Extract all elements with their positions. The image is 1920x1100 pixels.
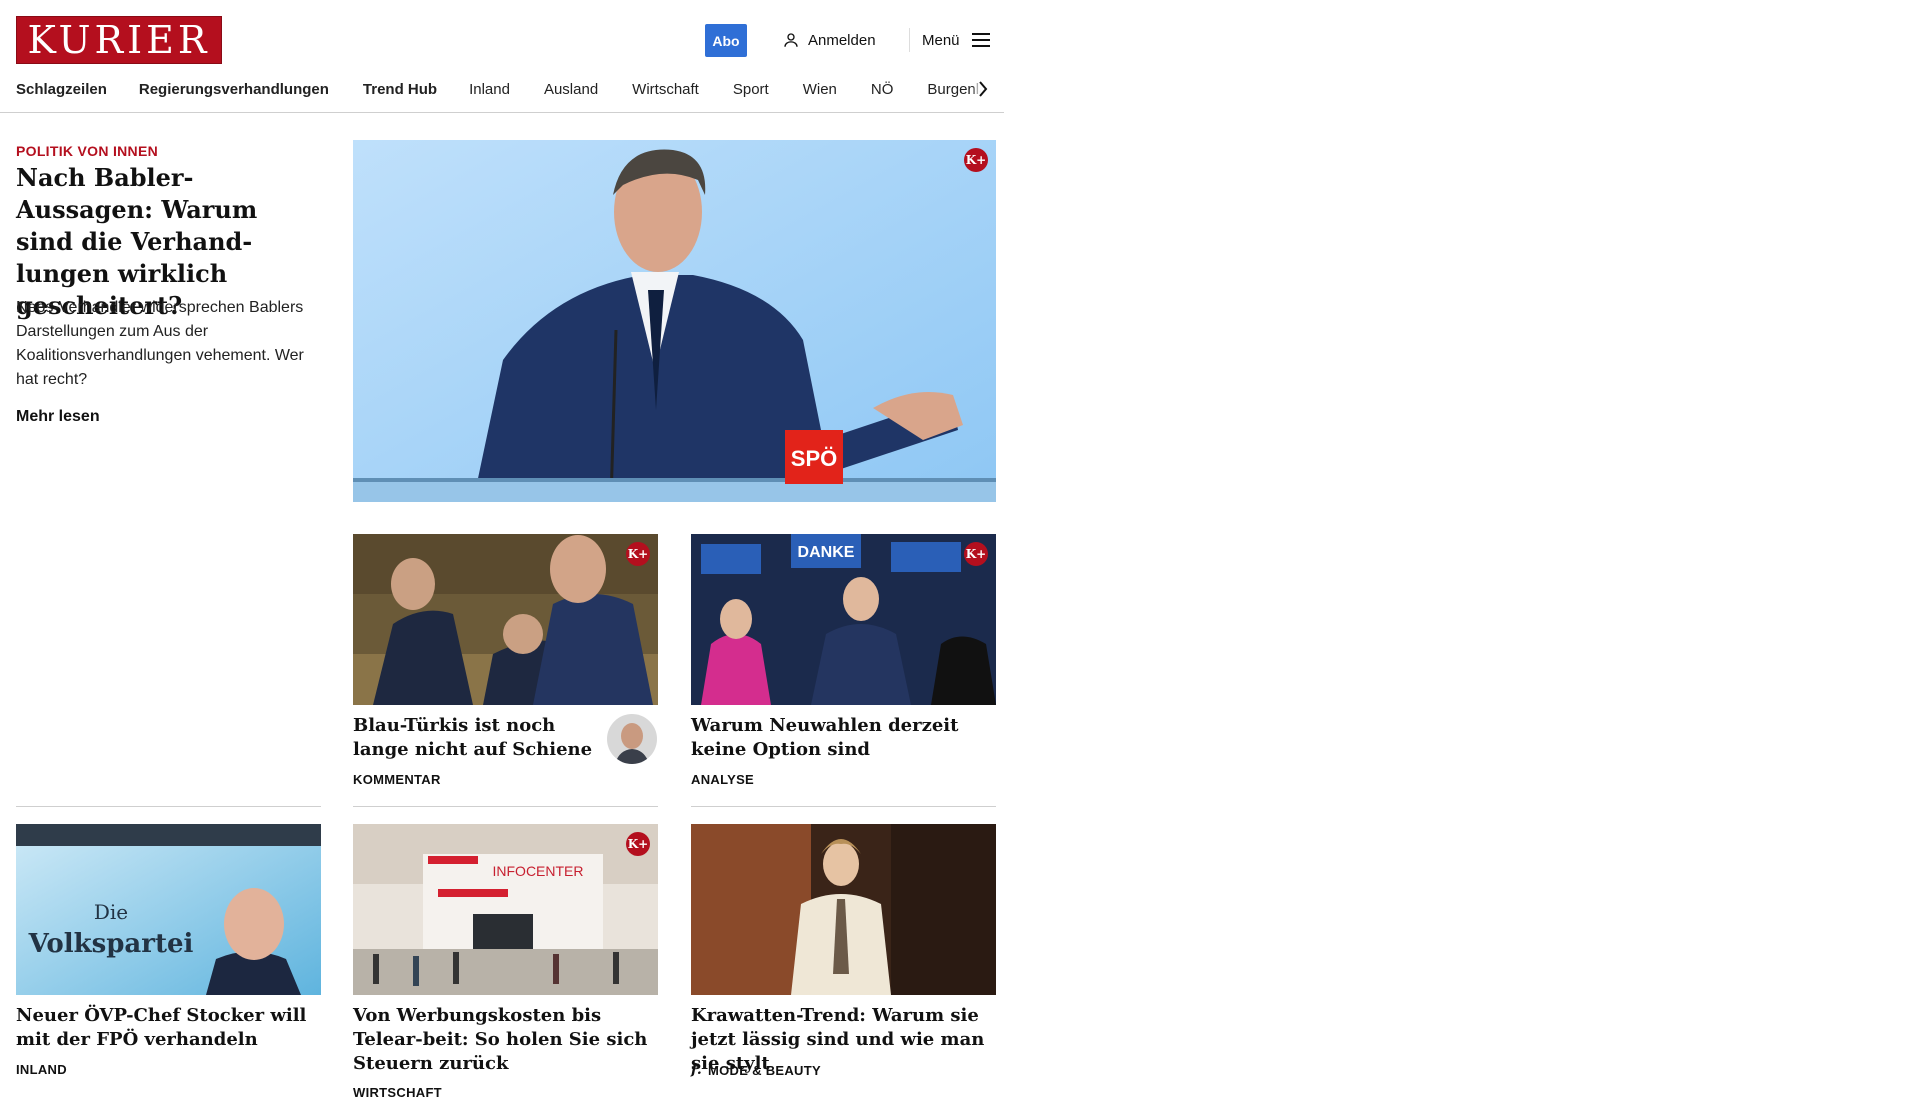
login-label: Anmelden — [808, 31, 876, 49]
nav-item-noe[interactable]: NÖ — [871, 81, 894, 98]
danke-sign: DANKE — [798, 544, 855, 561]
card-headline-4[interactable]: Von Werbungskosten bis Telear-beit: So h… — [353, 1004, 653, 1076]
card-category-5[interactable]: f. MODE & BEAUTY — [691, 1062, 821, 1078]
nav-item-wien[interactable]: Wien — [803, 81, 837, 98]
nav-scroll-right-button[interactable] — [972, 78, 994, 100]
user-icon — [784, 33, 798, 47]
card-category-2[interactable]: ANALYSE — [691, 772, 754, 787]
read-more-link[interactable]: Mehr lesen — [16, 408, 100, 426]
lead-kicker: POLITIK VON INNEN — [16, 143, 158, 159]
freizeit-icon: f. — [691, 1062, 702, 1078]
card-image-3[interactable]: Die Volkspartei — [16, 824, 321, 995]
nav-item-wirtschaft[interactable]: Wirtschaft — [632, 81, 699, 98]
row-divider — [16, 806, 321, 807]
abo-button[interactable]: Abo — [705, 24, 747, 57]
card-category-label: MODE & BEAUTY — [708, 1062, 821, 1078]
card-image-1[interactable]: K+ — [353, 534, 658, 705]
sign-text-die: Die — [94, 900, 128, 924]
card-headline-1[interactable]: Blau-Türkis ist noch lange nicht auf Sch… — [353, 714, 603, 762]
card-category-1[interactable]: KOMMENTAR — [353, 772, 441, 787]
nav-item-sport[interactable]: Sport — [733, 81, 769, 98]
card-headline-2[interactable]: Warum Neuwahlen derzeit keine Option sin… — [691, 714, 991, 762]
menu-divider — [909, 28, 910, 52]
nav-item-inland[interactable]: Inland — [469, 81, 510, 98]
lead-image[interactable]: SPÖ K+ — [353, 140, 996, 502]
main-nav: Schlagzeilen Regierungsverhandlungen Tre… — [16, 76, 994, 102]
card-photo-1 — [353, 534, 658, 705]
card-photo-4: INFOCENTER — [353, 824, 658, 995]
kurier-logo[interactable]: KURIER — [16, 16, 222, 64]
nav-item-ausland[interactable]: Ausland — [544, 81, 598, 98]
card-image-5[interactable] — [691, 824, 996, 995]
card-photo-5 — [691, 824, 996, 995]
kurier-plus-badge: K+ — [964, 148, 988, 172]
nav-item-trend-hub[interactable]: Trend Hub — [363, 81, 437, 98]
login-button[interactable]: Anmelden — [782, 28, 876, 52]
sign-text-volkspartei: Volkspartei — [28, 929, 194, 959]
row-divider — [691, 806, 996, 807]
kurier-plus-badge: K+ — [626, 542, 650, 566]
infocenter-sign: INFOCENTER — [493, 863, 584, 879]
hamburger-icon — [971, 33, 990, 47]
card-category-4[interactable]: WIRTSCHAFT — [353, 1085, 442, 1100]
menu-button[interactable]: Menü — [922, 28, 990, 52]
chevron-right-icon — [979, 81, 988, 97]
card-photo-3: Die Volkspartei — [16, 824, 321, 995]
nav-item-regierungsverhandlungen[interactable]: Regierungsverhandlungen — [139, 81, 329, 98]
kurier-plus-badge: K+ — [626, 832, 650, 856]
header-divider — [0, 112, 1004, 113]
lead-photo: SPÖ — [353, 140, 996, 502]
card-image-4[interactable]: INFOCENTER K+ — [353, 824, 658, 995]
card-category-3[interactable]: INLAND — [16, 1062, 67, 1077]
row-divider — [353, 806, 658, 807]
card-photo-2: DANKE — [691, 534, 996, 705]
card-headline-3[interactable]: Neuer ÖVP-Chef Stocker will mit der FPÖ … — [16, 1004, 316, 1052]
card-image-2[interactable]: DANKE K+ — [691, 534, 996, 705]
kurier-plus-badge: K+ — [964, 542, 988, 566]
nav-item-schlagzeilen[interactable]: Schlagzeilen — [16, 81, 107, 98]
lead-teaser: Neos-Verhandler widersprechen Bablers Da… — [16, 299, 304, 388]
author-avatar — [607, 714, 657, 764]
spoe-sign: SPÖ — [791, 446, 837, 471]
menu-label: Menü — [922, 31, 960, 49]
